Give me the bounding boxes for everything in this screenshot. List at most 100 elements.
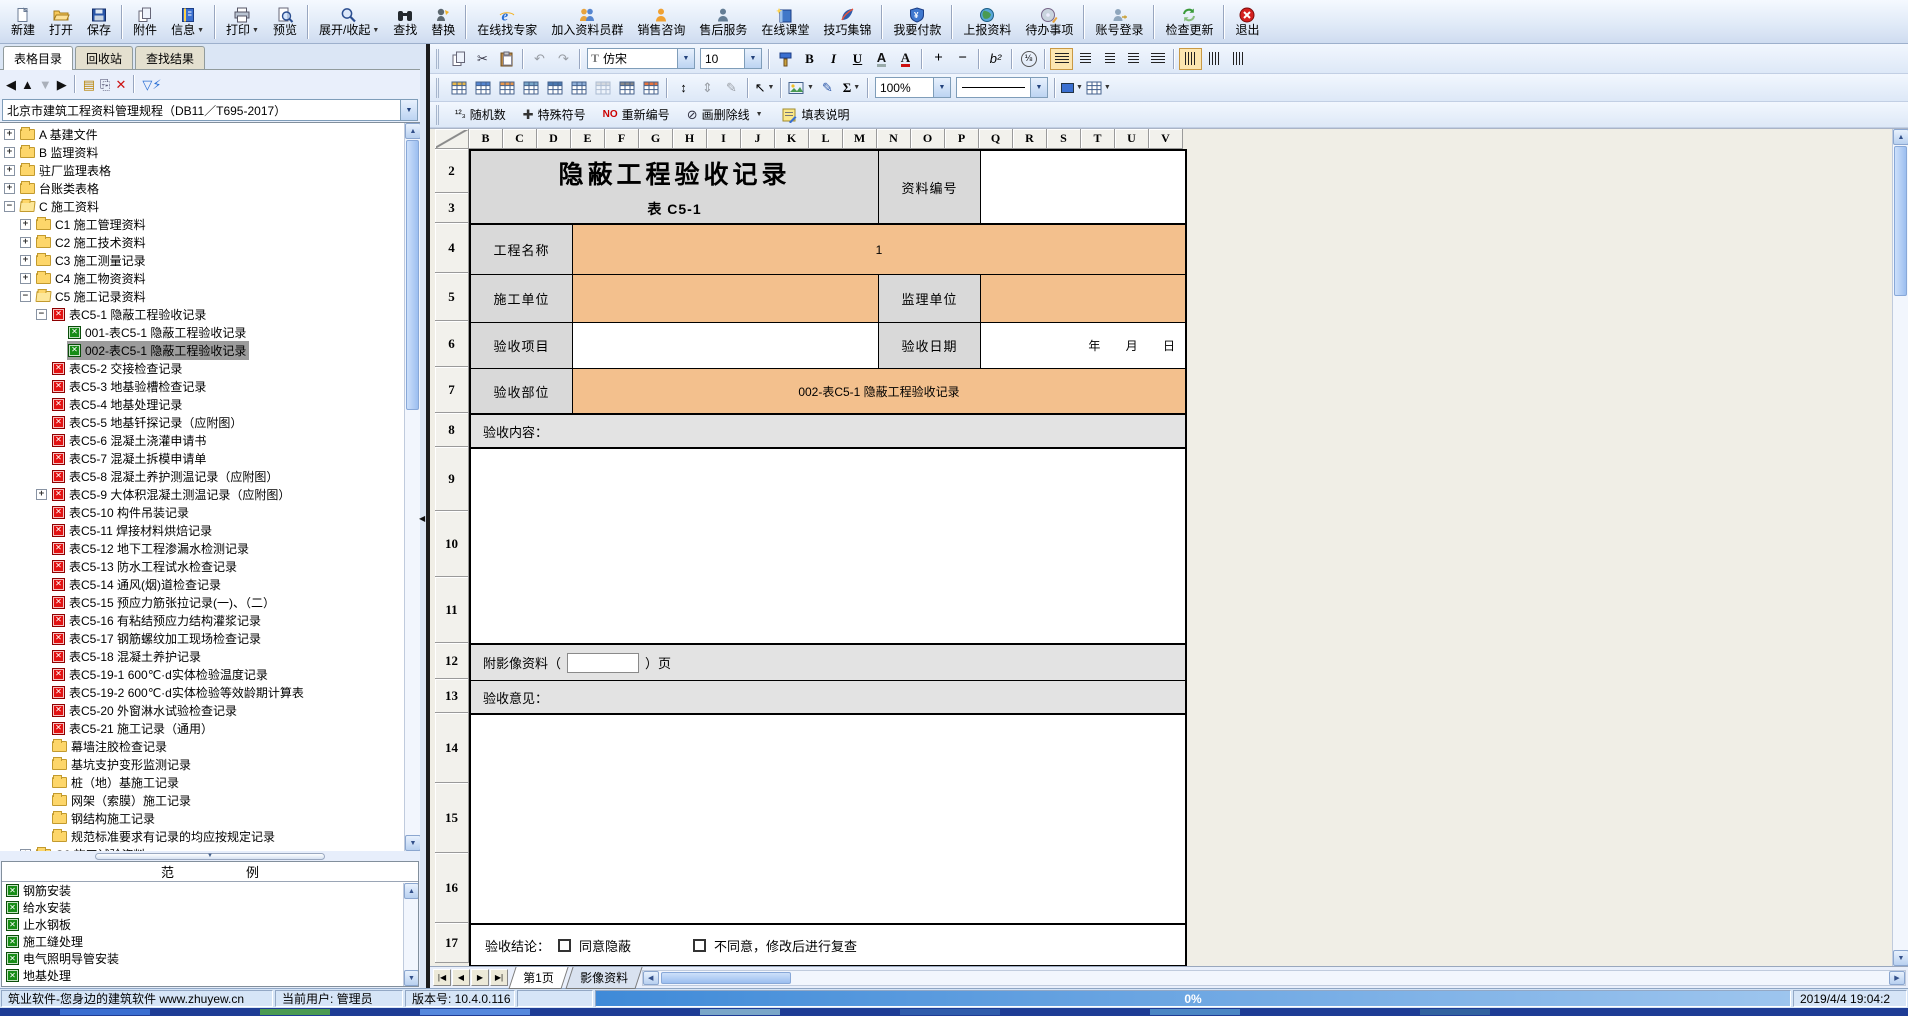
example-scrollbar[interactable]: ▲ ▼ (403, 883, 418, 986)
collapse-icon[interactable]: − (4, 201, 15, 212)
column-header-L[interactable]: L (809, 129, 843, 149)
scroll-down-icon[interactable]: ▼ (404, 970, 419, 986)
form-title-cell[interactable]: 隐蔽工程验收记录 (471, 151, 878, 194)
tree-item[interactable]: +C3 施工测量记录 (0, 251, 404, 269)
row-header-4[interactable]: 4 (435, 223, 469, 273)
acceptance-date-value-cell[interactable]: 年 月 日 (981, 323, 1185, 368)
todo-items-button[interactable]: 待办事项 (1018, 2, 1080, 42)
sheet-nav-prev-button[interactable]: ◀ (452, 969, 470, 986)
fill-color-button[interactable]: ▼ (1060, 77, 1084, 99)
copy-cells-button[interactable] (471, 77, 494, 99)
scroll-left-icon[interactable]: ◀ (643, 971, 659, 985)
tree-item[interactable]: ✕表C5-19-2 600℃·d实体检验等效龄期计算表 (0, 683, 404, 701)
chevron-down-icon[interactable]: ▼ (807, 84, 814, 91)
tree-scrollbar[interactable]: ▲ ▼ (404, 123, 420, 851)
column-header-S[interactable]: S (1047, 129, 1081, 149)
example-item[interactable]: ✕给水安装 (2, 899, 418, 916)
row-header-6[interactable]: 6 (435, 321, 469, 367)
copy-sheet-icon[interactable]: ⎘ (100, 78, 110, 91)
vertical-text-left-button[interactable] (1179, 48, 1202, 70)
tree-item[interactable]: ✕表C5-14 通风(烟)道检查记录 (0, 575, 404, 593)
exit-button[interactable]: 退出 (1228, 2, 1266, 42)
arrow-down-icon[interactable]: ▼ (39, 78, 52, 91)
panel-splitter[interactable]: ▼ (0, 851, 420, 861)
tree-item[interactable]: +C6 施工试验资料 (0, 845, 404, 851)
example-item[interactable]: ✕止水钢板 (2, 916, 418, 933)
save-button[interactable]: 保存 (80, 2, 118, 42)
scroll-up-icon[interactable]: ▲ (1893, 129, 1908, 145)
vertical-text-center-button[interactable] (1203, 48, 1226, 70)
filter-lightning-icon[interactable]: ▽⚡ (142, 78, 161, 91)
tree-item[interactable]: ✕001-表C5-1 隐蔽工程验收记录 (0, 323, 404, 341)
tree-item[interactable]: −✕表C5-1 隐蔽工程验收记录 (0, 305, 404, 323)
expand-icon[interactable]: + (20, 219, 31, 230)
row-header-14[interactable]: 14 (435, 713, 469, 783)
fraction-button[interactable]: ⅛ (1017, 48, 1040, 70)
tree-item[interactable]: ✕002-表C5-1 隐蔽工程验收记录 (0, 341, 404, 359)
sheet-scrollbar-thumb[interactable] (1894, 146, 1907, 296)
media-count-input[interactable] (567, 653, 639, 673)
tree-item[interactable]: 网架（索膜）施工记录 (0, 791, 404, 809)
sales-consult-button[interactable]: 销售咨询 (630, 2, 692, 42)
account-login-button[interactable]: 账号登录 (1088, 2, 1150, 42)
column-header-V[interactable]: V (1149, 129, 1183, 149)
expand-icon[interactable]: + (20, 273, 31, 284)
chevron-down-icon[interactable]: ▼ (372, 27, 379, 34)
row-header-11[interactable]: 11 (435, 577, 469, 643)
print-button[interactable]: 打印▼ (219, 2, 266, 42)
column-header-M[interactable]: M (843, 129, 877, 149)
scroll-right-icon[interactable]: ▶ (1889, 971, 1905, 985)
form-subtitle-cell[interactable]: 表 C5-1 (471, 194, 878, 223)
sum-button[interactable]: Σ▼ (840, 77, 863, 99)
expand-icon[interactable]: + (36, 489, 47, 500)
column-header-G[interactable]: G (639, 129, 673, 149)
tips-collection-button[interactable]: 技巧集锦 (816, 2, 878, 42)
disagree-checkbox[interactable] (693, 939, 706, 952)
italic-button[interactable]: I (822, 48, 845, 70)
expand-icon[interactable]: + (4, 183, 15, 194)
tree-item[interactable]: 钢结构施工记录 (0, 809, 404, 827)
row-header-16[interactable]: 16 (435, 853, 469, 923)
tree-item[interactable]: +C1 施工管理资料 (0, 215, 404, 233)
tree-item[interactable]: ✕表C5-11 焊接材料烘焙记录 (0, 521, 404, 539)
split-columns-button[interactable] (519, 77, 542, 99)
align-center-button[interactable] (1098, 48, 1121, 70)
sheet-vertical-scrollbar[interactable]: ▲ ▼ (1892, 129, 1908, 966)
split-cells-button[interactable] (567, 77, 590, 99)
column-header-O[interactable]: O (911, 129, 945, 149)
example-item[interactable]: ✕电气照明导管安装 (2, 950, 418, 967)
collapse-icon[interactable]: − (36, 309, 47, 320)
join-group-button[interactable]: 加入资料员群 (544, 2, 630, 42)
column-headers[interactable]: BCDEFGHIJKLMNOPQRSTUV (435, 129, 1187, 149)
tree-item[interactable]: ✕表C5-21 施工记录（通用） (0, 719, 404, 737)
highlight-button[interactable]: A (870, 48, 893, 70)
tree-item[interactable]: ✕表C5-3 地基验槽检查记录 (0, 377, 404, 395)
column-header-Q[interactable]: Q (979, 129, 1013, 149)
column-header-H[interactable]: H (673, 129, 707, 149)
chevron-down-icon[interactable]: ▼ (252, 27, 259, 34)
tree-item[interactable]: ✕表C5-12 地下工程渗漏水检测记录 (0, 539, 404, 557)
example-item[interactable]: ✕地基处理 (2, 967, 418, 984)
chevron-down-icon[interactable]: ▼ (1030, 78, 1047, 97)
vertical-text-right-button[interactable] (1227, 48, 1250, 70)
merge-cells-button[interactable] (543, 77, 566, 99)
sheet-corner-cell[interactable] (435, 129, 469, 149)
project-name-value-cell[interactable]: 1 (573, 225, 1185, 274)
special-symbol-button[interactable]: ✚特殊符号 (515, 104, 594, 126)
column-header-C[interactable]: C (503, 129, 537, 149)
align-justify-button[interactable] (1050, 48, 1073, 70)
open-button[interactable]: 打开 (42, 2, 80, 42)
increase-font-button[interactable]: + (927, 48, 950, 70)
redo-button[interactable]: ↷ (552, 48, 575, 70)
formula-edit-button[interactable]: ✎ (816, 77, 839, 99)
tree-item[interactable]: −C5 施工记录资料 (0, 287, 404, 305)
standard-selector[interactable]: 北京市建筑工程资料管理规程（DB11／T695-2017） ▼ (2, 99, 418, 121)
check-update-button[interactable]: 检查更新 (1158, 2, 1220, 42)
example-item[interactable]: ✕施工缝处理 (2, 933, 418, 950)
row-height-auto-button[interactable]: ⇕ (696, 77, 719, 99)
grid-settings-button[interactable] (615, 77, 638, 99)
column-header-R[interactable]: R (1013, 129, 1047, 149)
sheet-nav-next-button[interactable]: ▶ (471, 969, 489, 986)
online-classroom-button[interactable]: 在线课堂 (754, 2, 816, 42)
superscript-button[interactable]: b² (984, 48, 1007, 70)
